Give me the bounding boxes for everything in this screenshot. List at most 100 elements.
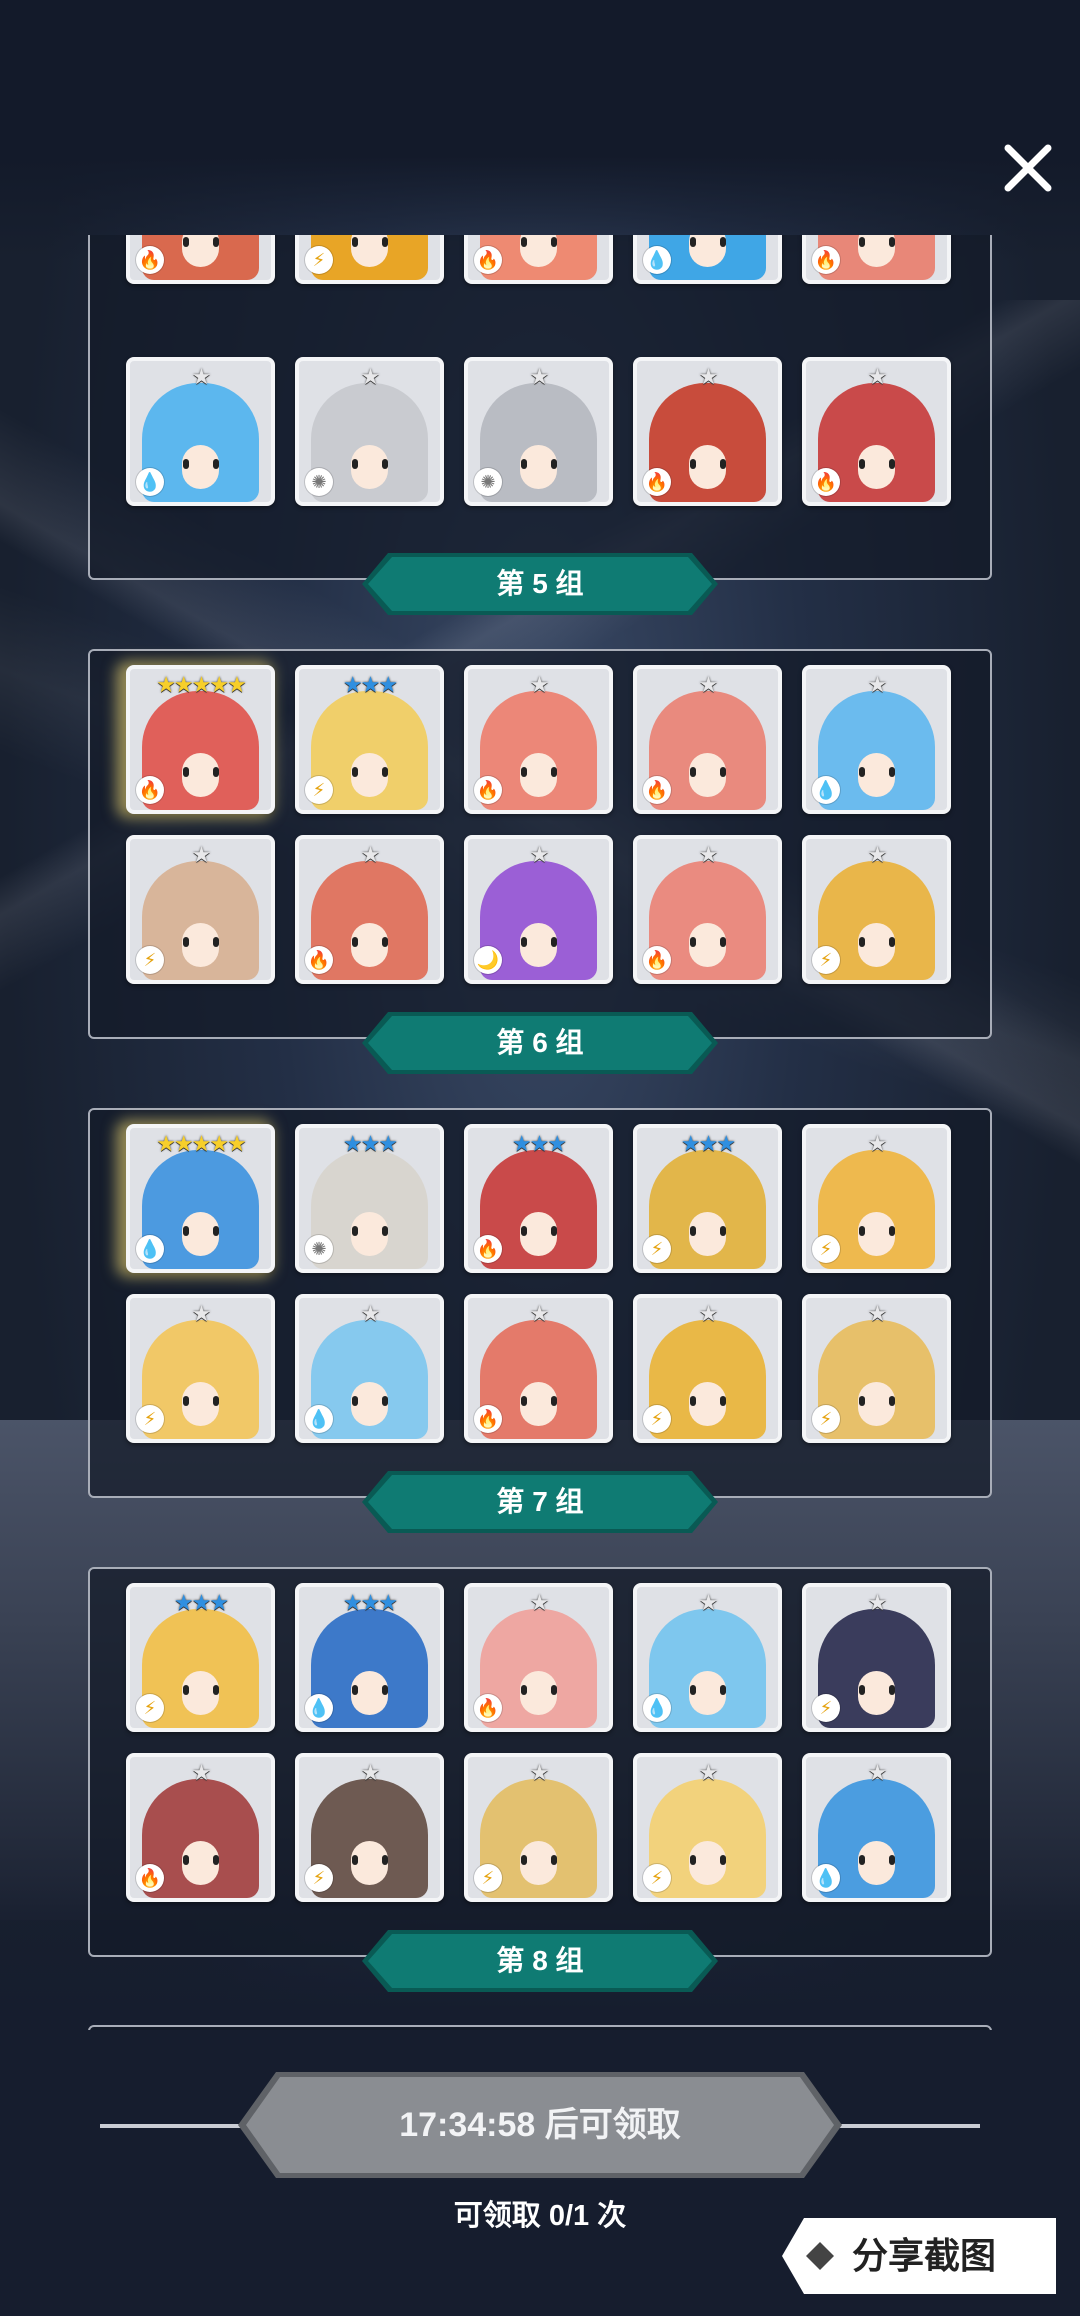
hero-grid: ★★★★★ 💧 ★★★ ✺ ★★★ 🔥 ★★★ ⚡ ★ ⚡ ★ ⚡ ★ 💧 ★ 🔥 ★ ⚡ ★ ⚡ — [126, 1124, 951, 1443]
hero-card[interactable]: ★ ✺ — [295, 357, 444, 506]
hero-card[interactable]: ⚡ — [295, 235, 444, 284]
hero-card[interactable]: ★ 🔥 — [464, 665, 613, 814]
hero-face — [520, 445, 557, 489]
hero-eyes — [520, 1685, 557, 1695]
hero-card[interactable]: ★ ⚡ — [126, 835, 275, 984]
fire-element-icon: 🔥 — [136, 246, 164, 274]
fire-element-icon: 🔥 — [136, 776, 164, 804]
hero-face — [858, 753, 895, 797]
fire-element-icon: 🔥 — [474, 776, 502, 804]
star-rating: ★ — [698, 1760, 719, 1785]
hero-eyes — [858, 459, 895, 469]
light-element-icon: ⚡ — [136, 1694, 164, 1722]
hero-card[interactable]: 🔥 — [802, 235, 951, 284]
hero-eyes — [689, 237, 726, 247]
share-screenshot-button[interactable]: 分享截图 — [782, 2218, 1056, 2294]
star-rating: ★★★★★ — [156, 1131, 247, 1156]
hero-card[interactable]: ★ 💧 — [802, 1753, 951, 1902]
hero-card[interactable]: ★ 💧 — [633, 1583, 782, 1732]
hero-card[interactable]: ★ 💧 — [295, 1294, 444, 1443]
hero-card[interactable]: ★ 🔥 — [633, 835, 782, 984]
hero-eyes — [182, 1685, 219, 1695]
light-element-icon: ⚡ — [136, 946, 164, 974]
hero-card[interactable]: ★ ✺ — [464, 357, 613, 506]
fire-element-icon: 🔥 — [812, 246, 840, 274]
star-rating: ★ — [529, 1301, 550, 1326]
star-rating: ★ — [360, 1760, 381, 1785]
close-button[interactable] — [1000, 140, 1056, 196]
star-rating: ★ — [867, 1301, 888, 1326]
hero-card[interactable]: ★ 🔥 — [126, 1753, 275, 1902]
hero-eyes — [351, 459, 388, 469]
hero-card[interactable]: ★ ⚡ — [802, 835, 951, 984]
hero-face — [182, 923, 219, 967]
star-rating: ★ — [191, 364, 212, 389]
hero-eyes — [351, 1855, 388, 1865]
hero-face — [858, 1382, 895, 1426]
hero-card[interactable]: 🔥 — [126, 235, 275, 284]
sun-element-icon: ✺ — [305, 468, 333, 496]
hero-card[interactable]: ★ 🔥 — [633, 357, 782, 506]
group-label-text: 第 5 组 — [496, 568, 584, 599]
group-label-text: 第 8 组 — [496, 1945, 584, 1976]
hero-card[interactable]: ★★★ ⚡ — [295, 665, 444, 814]
group-label-6: 第 6 组 — [362, 1012, 718, 1074]
hero-card[interactable]: 💧 — [633, 235, 782, 284]
claim-area: 17:34:58 后可领取 — [100, 2072, 980, 2178]
hero-face — [689, 1212, 726, 1256]
hero-card[interactable]: ★★★ ⚡ — [633, 1124, 782, 1273]
hero-card[interactable]: ★★★★★ 🔥 — [126, 665, 275, 814]
hero-eyes — [351, 1396, 388, 1406]
hero-eyes — [182, 1855, 219, 1865]
water-element-icon: 💧 — [812, 776, 840, 804]
hero-card[interactable]: ★ ⚡ — [802, 1583, 951, 1732]
hero-card[interactable]: ★ 🔥 — [464, 1294, 613, 1443]
dark-element-icon: 🌙 — [474, 946, 502, 974]
hero-face — [689, 445, 726, 489]
hero-card[interactable]: ★★★ ⚡ — [126, 1583, 275, 1732]
hero-card[interactable]: 🔥 — [464, 235, 613, 284]
hero-card[interactable]: ★★★ 🔥 — [464, 1124, 613, 1273]
group-label-7: 第 7 组 — [362, 1471, 718, 1533]
hero-eyes — [182, 459, 219, 469]
claim-button[interactable]: 17:34:58 后可领取 — [238, 2072, 842, 2178]
hero-card[interactable]: ★ ⚡ — [464, 1753, 613, 1902]
hero-card[interactable]: ★ ⚡ — [802, 1124, 951, 1273]
light-element-icon: ⚡ — [305, 246, 333, 274]
hero-card[interactable]: ★★★ ✺ — [295, 1124, 444, 1273]
group-list[interactable]: 🔥 ⚡ 🔥 💧 🔥 ★ 💧 ★ ✺ ★ ✺ ★ 🔥 ★ 🔥 第 5 组 ★★★★★ 🔥 ★★★ ⚡ ★ 🔥 ★ 🔥 ★ 💧 ★ ⚡… — [0, 235, 1080, 2030]
water-element-icon: 💧 — [305, 1405, 333, 1433]
hero-card[interactable]: ★★★ 💧 — [295, 1583, 444, 1732]
group-label-text: 第 6 组 — [496, 1027, 584, 1058]
claim-timer-label: 17:34:58 后可领取 — [399, 2106, 681, 2144]
hero-card[interactable]: ★ 🔥 — [802, 357, 951, 506]
fire-element-icon: 🔥 — [474, 246, 502, 274]
hero-card[interactable]: ★ 🔥 — [633, 665, 782, 814]
hero-card[interactable]: ★ ⚡ — [802, 1294, 951, 1443]
hero-card[interactable]: ★ 🔥 — [295, 835, 444, 984]
water-element-icon: 💧 — [643, 246, 671, 274]
star-rating: ★ — [698, 364, 719, 389]
star-rating: ★ — [529, 672, 550, 697]
light-element-icon: ⚡ — [812, 1694, 840, 1722]
hero-face — [182, 445, 219, 489]
star-rating: ★ — [867, 364, 888, 389]
hero-card[interactable]: ★ 💧 — [126, 357, 275, 506]
hero-card[interactable]: ★ 💧 — [802, 665, 951, 814]
star-rating: ★ — [867, 1760, 888, 1785]
hero-face — [182, 1212, 219, 1256]
hero-eyes — [520, 767, 557, 777]
hero-card[interactable]: ★ 🌙 — [464, 835, 613, 984]
hero-face — [520, 1382, 557, 1426]
hero-face — [351, 1212, 388, 1256]
hero-card[interactable]: ★ 🔥 — [464, 1583, 613, 1732]
star-rating: ★ — [360, 364, 381, 389]
hero-card[interactable]: ★★★★★ 💧 — [126, 1124, 275, 1273]
hero-face — [182, 235, 219, 267]
star-rating: ★★★ — [173, 1590, 229, 1615]
star-rating: ★ — [698, 1301, 719, 1326]
hero-card[interactable]: ★ ⚡ — [633, 1753, 782, 1902]
hero-card[interactable]: ★ ⚡ — [295, 1753, 444, 1902]
hero-card[interactable]: ★ ⚡ — [126, 1294, 275, 1443]
hero-card[interactable]: ★ ⚡ — [633, 1294, 782, 1443]
